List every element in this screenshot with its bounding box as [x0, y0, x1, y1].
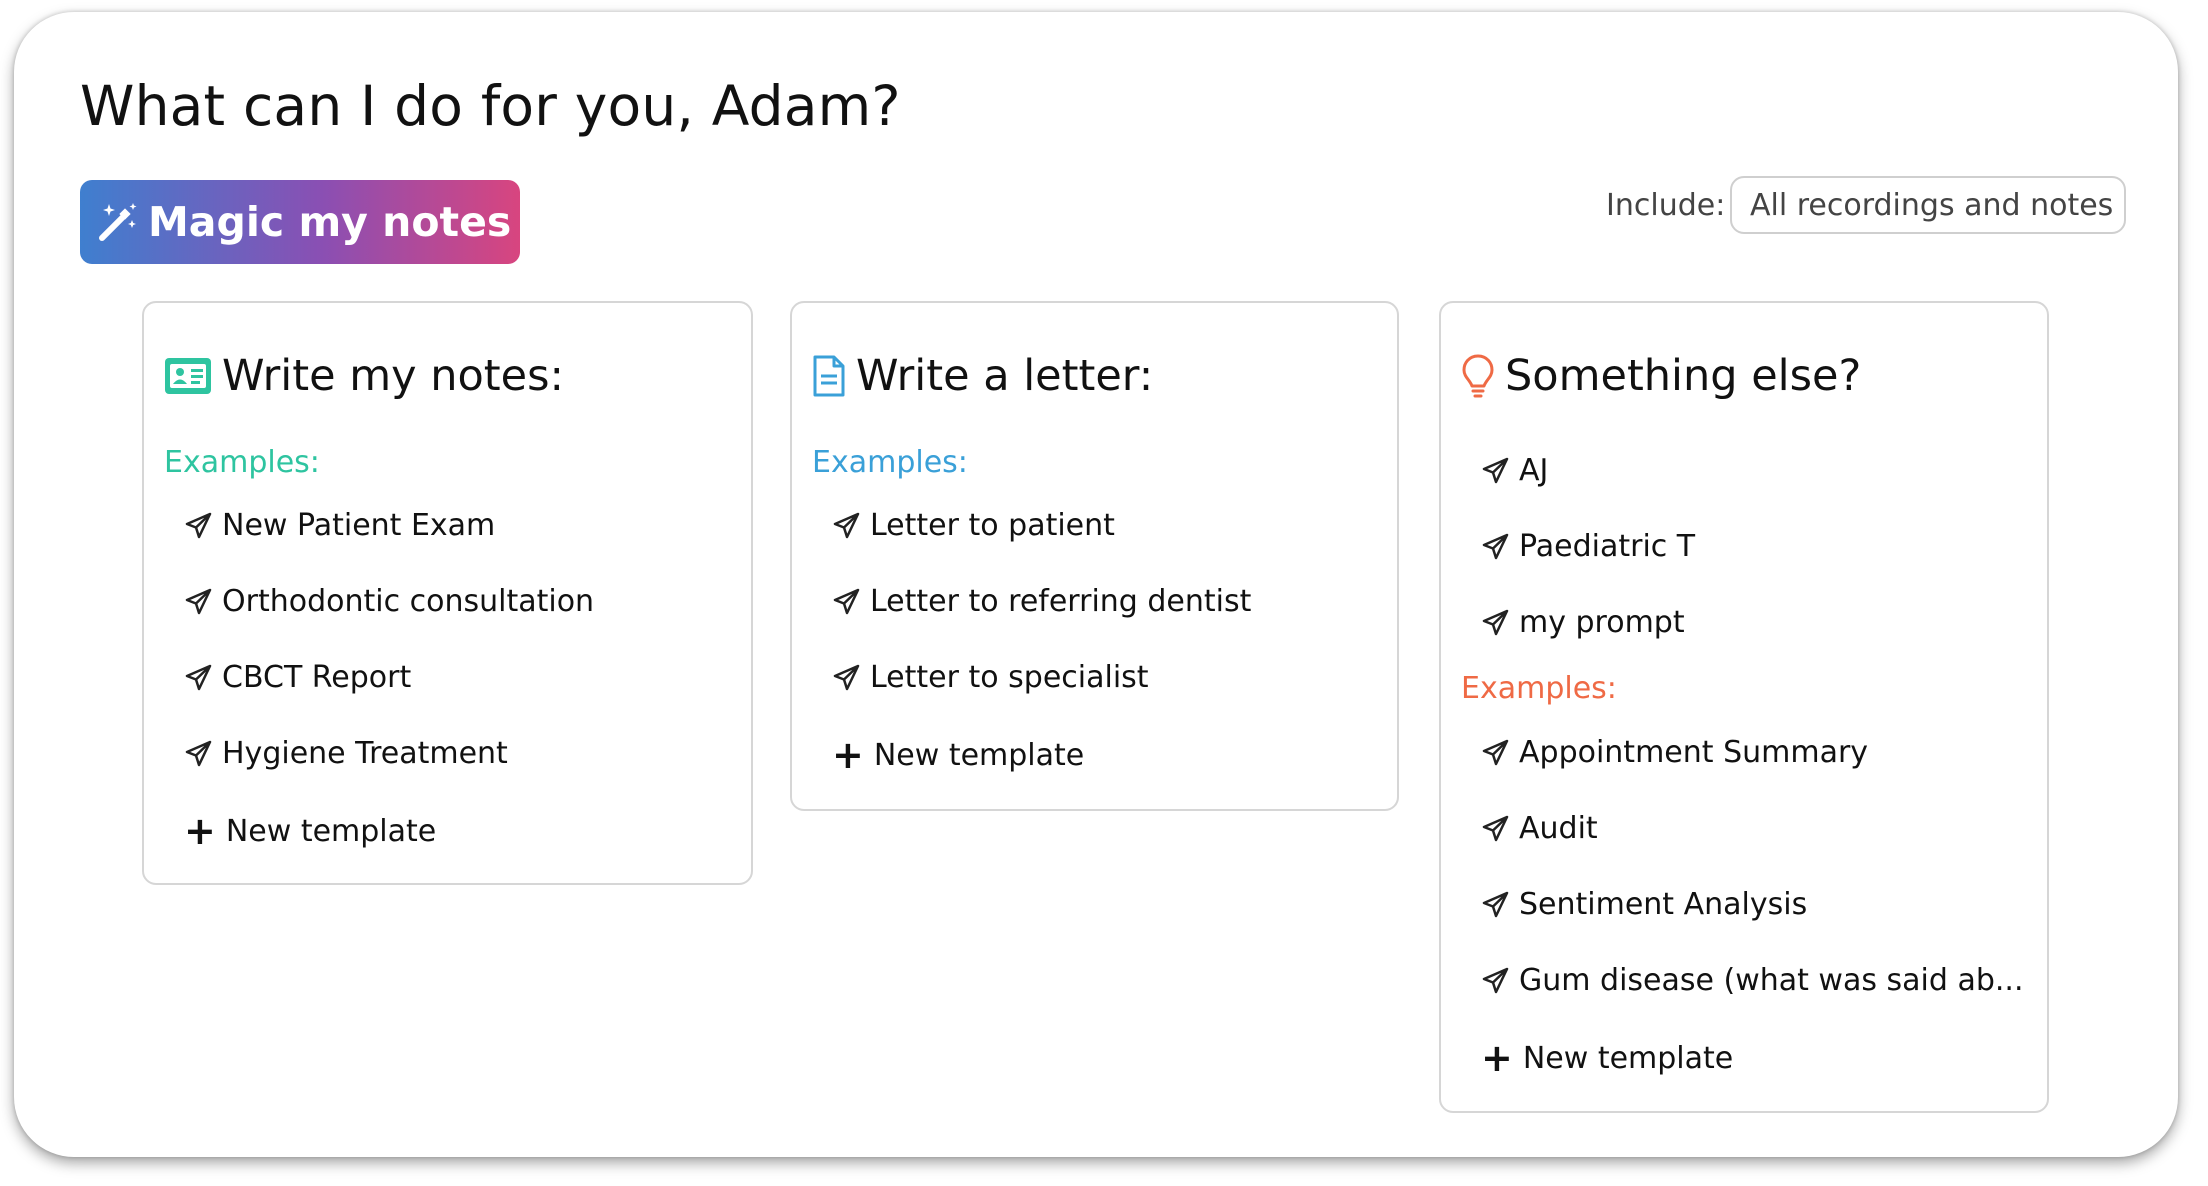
custom-prompt-item[interactable]: my prompt: [1481, 605, 1685, 640]
letter-template-item[interactable]: Letter to referring dentist: [832, 584, 1251, 619]
custom-prompt-label: my prompt: [1519, 605, 1685, 640]
custom-prompt-item[interactable]: AJ: [1481, 453, 1548, 488]
notes-new-template-button[interactable]: + New template: [184, 812, 436, 850]
write-notes-card: Write my notes: Examples: New Patient Ex…: [142, 301, 753, 885]
notes-template-item[interactable]: New Patient Exam: [184, 508, 495, 543]
write-notes-title: Write my notes:: [222, 351, 564, 401]
else-template-item[interactable]: Audit: [1481, 811, 1598, 846]
send-icon: [185, 664, 212, 690]
send-icon: [185, 512, 212, 538]
letter-template-item[interactable]: Letter to specialist: [832, 660, 1149, 695]
page-title: What can I do for you, Adam?: [80, 74, 901, 138]
send-icon: [1482, 609, 1509, 635]
else-template-label: Audit: [1519, 811, 1598, 846]
letter-template-item[interactable]: Letter to patient: [832, 508, 1115, 543]
something-else-header: Something else?: [1461, 351, 1861, 401]
send-icon: [185, 740, 212, 766]
notes-template-item[interactable]: Hygiene Treatment: [184, 736, 508, 771]
notes-template-label: Hygiene Treatment: [222, 736, 508, 771]
plus-icon: +: [832, 733, 864, 777]
letter-new-template-button[interactable]: + New template: [832, 736, 1084, 774]
notes-template-label: New Patient Exam: [222, 508, 496, 543]
magic-my-notes-button[interactable]: Magic my notes: [80, 180, 520, 264]
custom-prompt-label: Paediatric T: [1519, 529, 1696, 564]
else-template-item[interactable]: Sentiment Analysis: [1481, 887, 1807, 922]
notes-new-template-label: New template: [225, 813, 437, 849]
else-template-label: Sentiment Analysis: [1519, 887, 1808, 922]
include-label: Include:: [1606, 188, 1726, 223]
magic-button-label: Magic my notes: [148, 198, 512, 246]
notes-template-item[interactable]: Orthodontic consultation: [184, 584, 594, 619]
send-icon: [185, 588, 212, 614]
letter-template-label: Letter to specialist: [870, 660, 1149, 695]
include-selected-value: All recordings and notes: [1750, 187, 2114, 223]
something-else-title: Something else?: [1505, 351, 1862, 401]
send-icon: [1482, 967, 1509, 993]
write-letter-header: Write a letter:: [812, 351, 1153, 401]
notes-template-label: CBCT Report: [222, 660, 412, 695]
include-dropdown[interactable]: All recordings and notes: [1730, 176, 2126, 234]
else-template-label: Appointment Summary: [1519, 735, 1869, 770]
notes-template-label: Orthodontic consultation: [222, 584, 595, 619]
letter-template-label: Letter to referring dentist: [870, 584, 1252, 619]
notes-examples-label: Examples:: [164, 445, 320, 480]
write-letter-title: Write a letter:: [856, 351, 1154, 401]
letter-template-label: Letter to patient: [870, 508, 1115, 543]
notes-template-item[interactable]: CBCT Report: [184, 660, 411, 695]
document-icon: [813, 355, 845, 397]
send-icon: [833, 664, 860, 690]
else-template-label: Gum disease (what was said ab...: [1519, 963, 2024, 998]
send-icon: [1482, 739, 1509, 765]
id-card-icon: [165, 358, 211, 394]
else-new-template-button[interactable]: + New template: [1481, 1039, 1733, 1077]
magic-wand-icon: [99, 203, 137, 241]
letter-new-template-label: New template: [873, 737, 1085, 773]
else-template-item[interactable]: Appointment Summary: [1481, 735, 1868, 770]
custom-prompt-item[interactable]: Paediatric T: [1481, 529, 1695, 564]
else-template-item[interactable]: Gum disease (what was said ab...: [1481, 963, 2023, 998]
send-icon: [1482, 815, 1509, 841]
write-letter-card: Write a letter: Examples: Letter to pati…: [790, 301, 1399, 811]
write-notes-header: Write my notes:: [164, 351, 564, 401]
send-icon: [1482, 457, 1509, 483]
letter-examples-label: Examples:: [812, 445, 968, 480]
lightbulb-icon: [1462, 354, 1494, 398]
plus-icon: +: [184, 809, 216, 853]
send-icon: [833, 512, 860, 538]
send-icon: [833, 588, 860, 614]
else-examples-label: Examples:: [1461, 671, 1617, 706]
else-new-template-label: New template: [1522, 1040, 1734, 1076]
custom-prompt-label: AJ: [1519, 453, 1549, 488]
main-panel: What can I do for you, Adam? Magic my no…: [14, 12, 2178, 1157]
send-icon: [1482, 891, 1509, 917]
plus-icon: +: [1481, 1036, 1513, 1080]
send-icon: [1482, 533, 1509, 559]
something-else-card: Something else? AJ Paediatric T my promp…: [1439, 301, 2049, 1113]
